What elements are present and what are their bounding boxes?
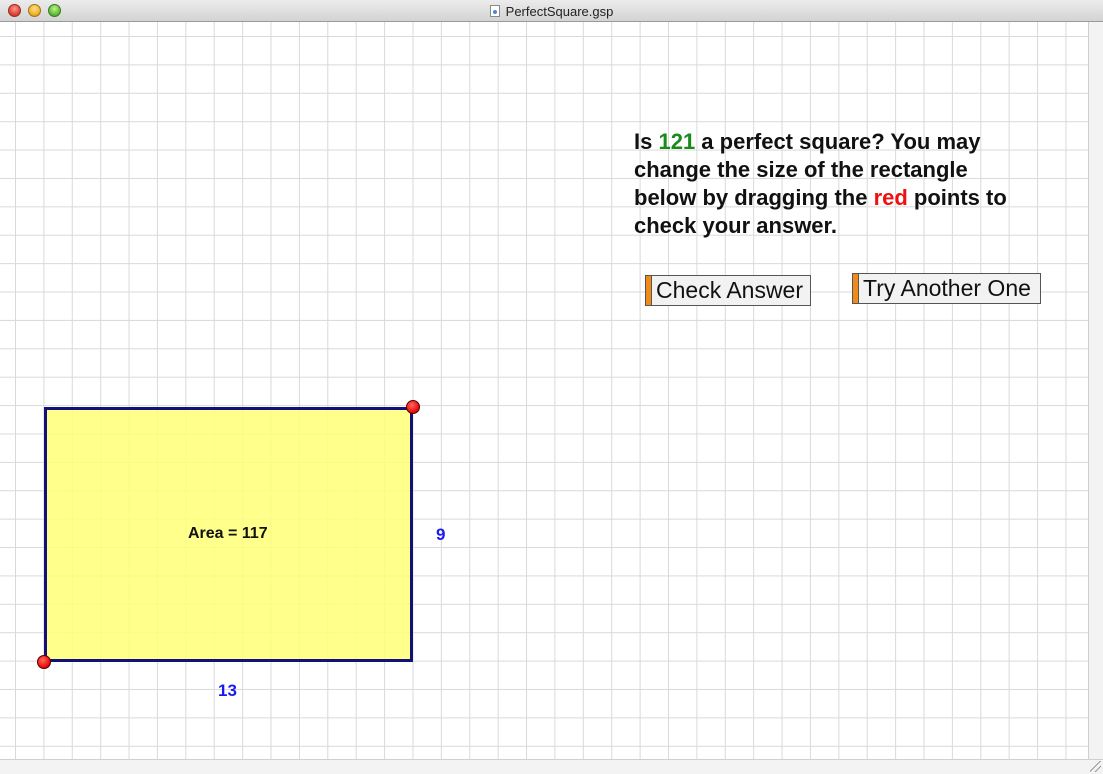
title-container: PerfectSquare.gsp bbox=[0, 0, 1103, 22]
question-part-1: Is bbox=[634, 129, 659, 154]
height-label: 9 bbox=[436, 525, 446, 544]
width-label: 13 bbox=[218, 681, 237, 700]
title-bar: PerfectSquare.gsp bbox=[0, 0, 1103, 22]
window-title: PerfectSquare.gsp bbox=[505, 3, 614, 19]
check-answer-label: Check Answer bbox=[656, 277, 804, 303]
bottom-left-drag-point[interactable] bbox=[37, 655, 51, 669]
try-another-button[interactable]: Try Another One bbox=[852, 273, 1041, 304]
horizontal-scrollbar[interactable] bbox=[0, 759, 1103, 774]
resize-grip-icon[interactable] bbox=[1090, 761, 1101, 772]
check-answer-button[interactable]: Check Answer bbox=[645, 275, 811, 306]
document-icon bbox=[489, 5, 500, 17]
top-right-drag-point[interactable] bbox=[406, 400, 420, 414]
red-word: red bbox=[873, 185, 908, 210]
question-text: Is 121 a perfect square? You may change … bbox=[634, 128, 1034, 240]
vertical-scrollbar[interactable] bbox=[1088, 22, 1103, 759]
target-number: 121 bbox=[658, 129, 696, 154]
try-another-label: Try Another One bbox=[863, 275, 1031, 301]
area-label: Area = 117 bbox=[188, 525, 268, 542]
app-window: PerfectSquare.gsp Is 121 a perfect squar… bbox=[0, 0, 1103, 774]
